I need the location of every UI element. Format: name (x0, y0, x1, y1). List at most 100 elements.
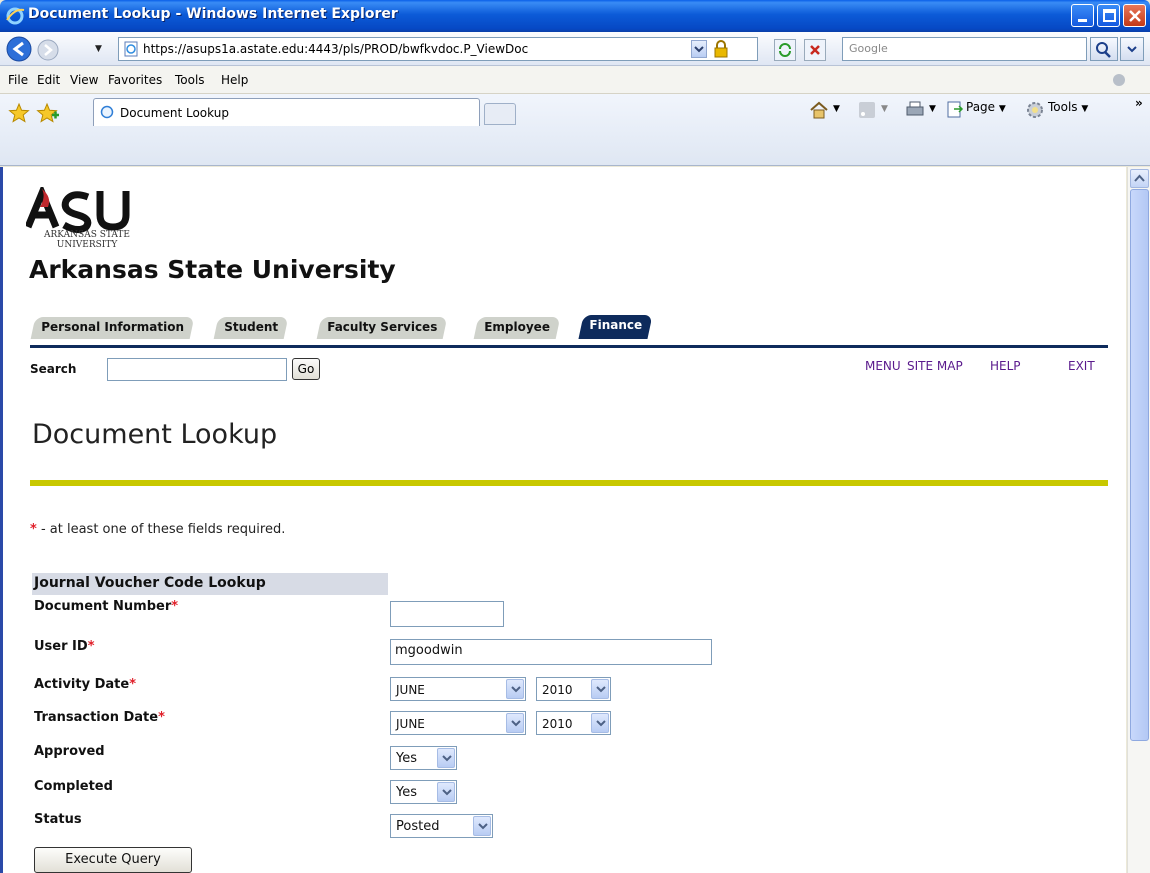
dropdown-arrow[interactable] (437, 782, 455, 802)
page-content: ARKANSAS STATE UNIVERSITY Arkansas State… (0, 167, 1126, 873)
search-options-dropdown[interactable] (1120, 37, 1144, 61)
activity-year-value: 2010 (542, 683, 573, 697)
forward-button[interactable] (36, 39, 60, 61)
nav-tab-employee[interactable]: Employee (473, 317, 561, 339)
nav-tab-personal-information[interactable]: Personal Information (30, 317, 195, 339)
approved-select[interactable]: Yes (390, 746, 457, 770)
help-link[interactable]: HELP (990, 359, 1021, 373)
home-icon[interactable] (808, 100, 830, 120)
toolbar-extra-icon[interactable] (1110, 72, 1128, 88)
loading-page-icon (100, 105, 114, 119)
internet-explorer-icon (6, 7, 25, 25)
history-dropdown-icon[interactable]: ▼ (95, 44, 102, 54)
execute-query-button[interactable]: Execute Query (34, 847, 192, 873)
home-dropdown-icon[interactable]: ▼ (833, 104, 840, 114)
dropdown-arrow[interactable] (506, 713, 524, 733)
vertical-scrollbar[interactable] (1127, 167, 1150, 873)
scroll-thumb[interactable] (1130, 189, 1149, 741)
transaction-year-select[interactable]: 2010 (536, 711, 611, 735)
required-asterisk: * (129, 677, 136, 692)
minimize-icon (1078, 19, 1087, 22)
chevron-down-icon (596, 720, 606, 727)
close-button[interactable] (1123, 4, 1146, 27)
toolbar-overflow-icon[interactable]: » (1135, 96, 1143, 110)
maximize-button[interactable] (1097, 4, 1120, 27)
print-dropdown-icon[interactable]: ▼ (929, 104, 936, 114)
activity-date-label: Activity Date* (34, 677, 136, 692)
page-title: Document Lookup (32, 419, 278, 450)
search-go-button[interactable] (1090, 37, 1118, 61)
menu-favorites[interactable]: Favorites (108, 73, 162, 87)
field-label-text: Activity Date (34, 677, 130, 692)
approved-label: Approved (34, 744, 105, 759)
search-box[interactable]: Google (842, 37, 1087, 61)
address-dropdown-button[interactable] (691, 40, 707, 58)
stop-icon (810, 45, 820, 55)
nav-tab-label: Student (224, 320, 279, 334)
dropdown-arrow[interactable] (591, 679, 609, 699)
menu-help[interactable]: Help (221, 73, 248, 87)
new-tab-button[interactable] (484, 103, 516, 125)
lock-icon[interactable] (711, 40, 731, 58)
user-id-input[interactable]: mgoodwin (390, 639, 712, 665)
refresh-button[interactable] (774, 39, 796, 61)
close-icon (1129, 10, 1141, 22)
nav-tab-student[interactable]: Student (213, 317, 289, 339)
address-url[interactable]: https://asups1a.astate.edu:4443/pls/PROD… (143, 42, 528, 56)
menu-edit[interactable]: Edit (37, 73, 60, 87)
chevron-down-icon (511, 720, 521, 727)
chevron-down-icon (478, 823, 488, 830)
dropdown-arrow[interactable] (506, 679, 524, 699)
dropdown-arrow[interactable] (591, 713, 609, 733)
chevron-down-icon (596, 686, 606, 693)
nav-divider (30, 345, 1108, 348)
dropdown-arrow[interactable] (473, 816, 491, 836)
activity-month-select[interactable]: JUNE (390, 677, 526, 701)
site-search-go-button[interactable]: Go (292, 358, 320, 380)
tab-document-lookup[interactable]: Document Lookup (93, 98, 480, 126)
page-menu[interactable]: Page ▼ (966, 100, 1006, 114)
minimize-button[interactable] (1071, 4, 1094, 27)
favorites-center-icon[interactable] (8, 102, 30, 124)
menu-tools[interactable]: Tools (175, 73, 205, 87)
back-button[interactable] (5, 35, 35, 63)
chevron-down-icon (511, 686, 521, 693)
university-title: Arkansas State University (29, 255, 396, 284)
menu-file[interactable]: File (8, 73, 28, 87)
nav-tab-faculty-services[interactable]: Faculty Services (316, 317, 448, 339)
feeds-icon[interactable] (858, 101, 876, 119)
add-favorite-icon[interactable] (36, 102, 60, 124)
dropdown-arrow[interactable] (437, 748, 455, 768)
feeds-dropdown-icon[interactable]: ▼ (881, 104, 888, 114)
menu-link[interactable]: MENU (865, 359, 901, 373)
print-icon[interactable] (904, 100, 926, 120)
status-label: Status (34, 812, 82, 827)
completed-select[interactable]: Yes (390, 780, 457, 804)
menu-view[interactable]: View (70, 73, 98, 87)
transaction-month-select[interactable]: JUNE (390, 711, 526, 735)
status-select[interactable]: Posted (390, 814, 493, 838)
stop-button[interactable] (804, 39, 826, 61)
logo-subtitle-line2: UNIVERSITY (56, 240, 118, 250)
window-title-bar[interactable]: Document Lookup - Windows Internet Explo… (0, 0, 1150, 32)
scroll-up-button[interactable] (1130, 169, 1149, 188)
site-map-link[interactable]: SITE MAP (907, 359, 963, 373)
field-label-text: User ID (34, 639, 88, 654)
exit-link[interactable]: EXIT (1068, 359, 1095, 373)
search-placeholder: Google (849, 42, 888, 55)
transaction-month-value: JUNE (396, 717, 425, 731)
document-number-input[interactable] (390, 601, 504, 627)
chevron-down-icon (1127, 46, 1137, 53)
field-label-text: Transaction Date (34, 710, 159, 725)
nav-tab-finance[interactable]: Finance (578, 315, 653, 339)
chevron-down-icon (694, 46, 704, 53)
tools-menu[interactable]: Tools ▼ (1048, 100, 1088, 114)
document-number-label: Document Number* (34, 599, 178, 614)
logo-subtitle: ARKANSAS STATE UNIVERSITY (28, 230, 146, 250)
address-bar[interactable]: https://asups1a.astate.edu:4443/pls/PROD… (118, 37, 758, 61)
magnifier-icon (1096, 42, 1111, 58)
activity-month-value: JUNE (396, 683, 425, 697)
site-search-input[interactable] (107, 358, 287, 381)
completed-label: Completed (34, 779, 113, 794)
activity-year-select[interactable]: 2010 (536, 677, 611, 701)
